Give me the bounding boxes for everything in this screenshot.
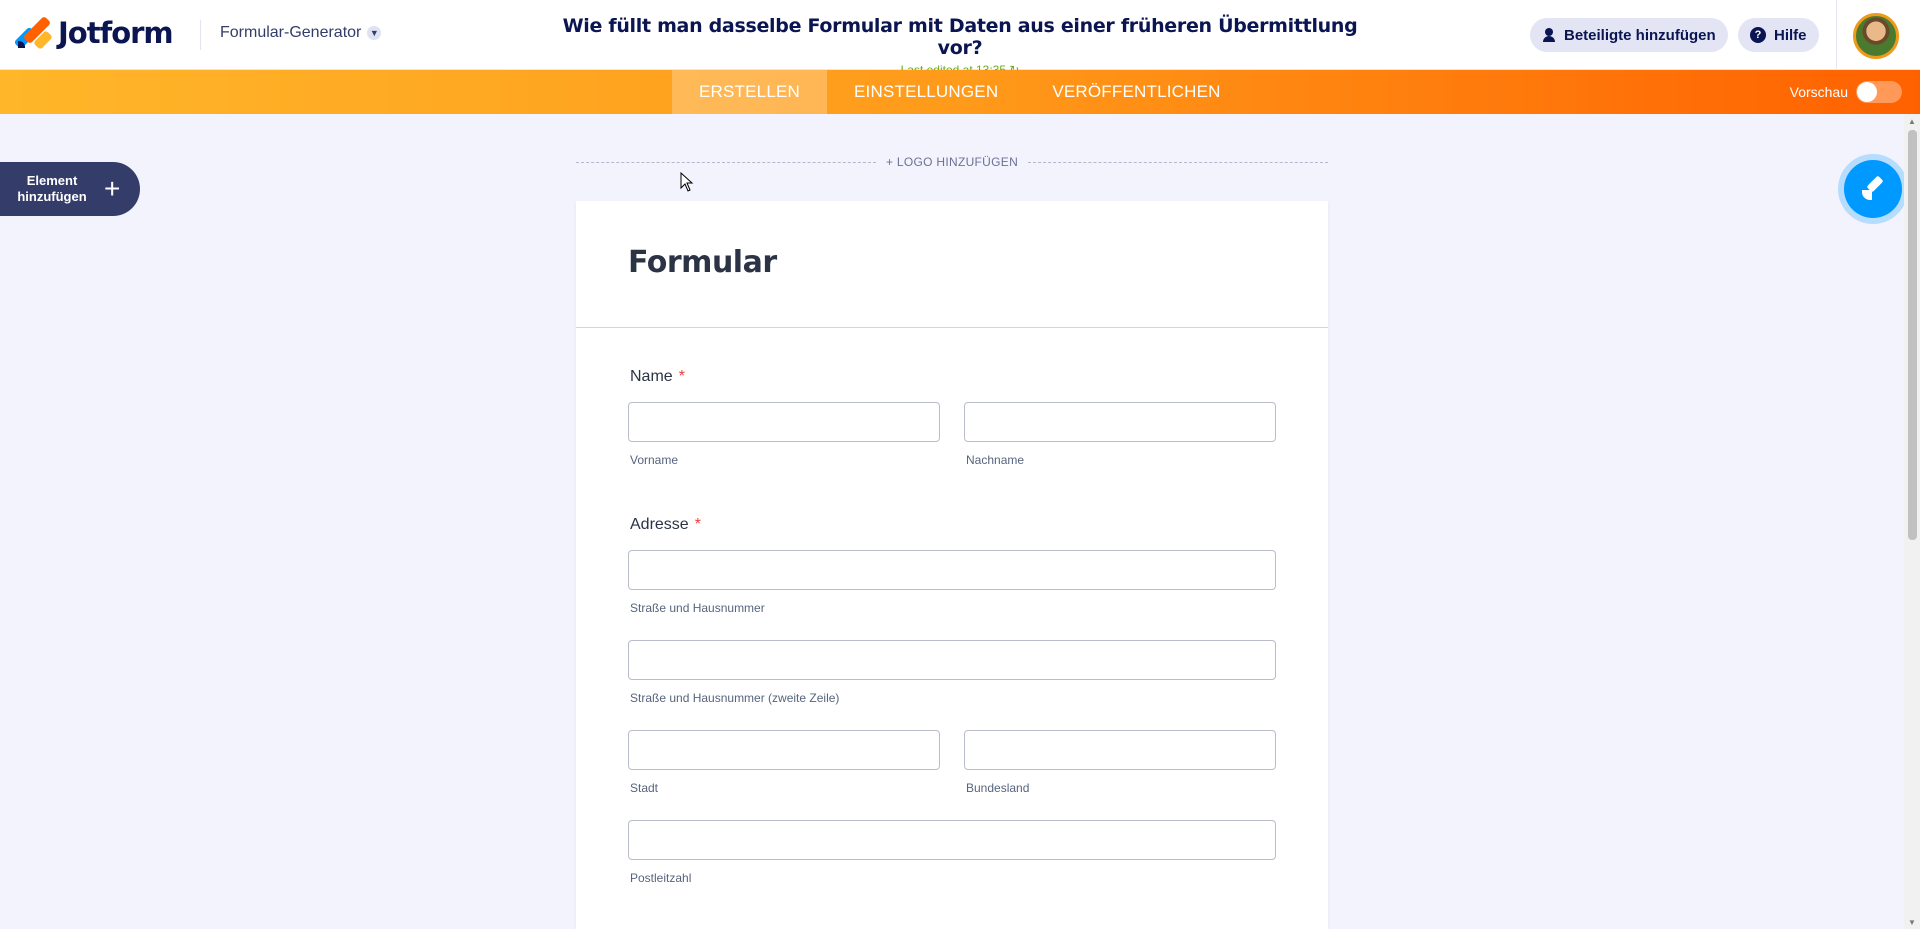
first-name-input[interactable]: [628, 402, 940, 442]
state-input[interactable]: [964, 730, 1276, 770]
tab-settings[interactable]: EINSTELLUNGEN: [827, 70, 1025, 114]
city-input[interactable]: [628, 730, 940, 770]
street-input[interactable]: [628, 550, 1276, 590]
last-name-sublabel: Nachname: [966, 453, 1025, 467]
zip-sublabel: Postleitzahl: [630, 871, 692, 885]
avatar[interactable]: [1853, 13, 1899, 59]
plus-icon: +: [104, 173, 121, 204]
preview-label: Vorschau: [1789, 84, 1848, 100]
street2-input[interactable]: [628, 640, 1276, 680]
street2-sublabel: Straße und Hausnummer (zweite Zeile): [630, 691, 840, 705]
form-designer-button[interactable]: [1844, 160, 1902, 218]
header-divider: [200, 20, 201, 50]
chevron-down-icon: ▼: [367, 26, 382, 40]
tab-build[interactable]: ERSTELLEN: [672, 70, 828, 114]
scroll-thumb[interactable]: [1908, 130, 1917, 540]
preview-toggle[interactable]: [1856, 81, 1902, 103]
tab-publish[interactable]: VERÖFFENTLICHEN: [1025, 70, 1247, 114]
builder-tabs: ERSTELLEN EINSTELLUNGEN VERÖFFENTLICHEN: [672, 70, 1248, 114]
help-button[interactable]: ? Hilfe: [1738, 18, 1819, 52]
form-canvas: Formular Name * Vorname Nachname Adresse *…: [576, 201, 1328, 929]
dashed-line-right: [1028, 161, 1328, 163]
name-question-label[interactable]: Name *: [630, 368, 685, 386]
top-bar: Jotform Formular-Generator ▼ Wie füllt m…: [0, 0, 1920, 77]
invite-collaborators-button[interactable]: Beteiligte hinzufügen: [1530, 18, 1728, 52]
jotform-logo-icon: [13, 15, 53, 50]
scroll-up-arrow-icon[interactable]: ▲: [1904, 114, 1920, 128]
last-name-input[interactable]: [964, 402, 1276, 442]
form-heading[interactable]: Formular: [628, 245, 1276, 280]
brand-name: Jotform: [58, 16, 174, 50]
add-logo-label[interactable]: + LOGO HINZUFÜGEN: [876, 155, 1028, 169]
add-logo-bar[interactable]: + LOGO HINZUFÜGEN: [576, 152, 1328, 172]
preview-toggle-group: Vorschau: [1790, 81, 1902, 103]
city-sublabel: Stadt: [630, 781, 659, 795]
add-element-button[interactable]: Element hinzufügen +: [0, 162, 140, 216]
user-icon: [1542, 28, 1556, 42]
dashed-line-left: [576, 161, 876, 163]
add-element-label: Element hinzufügen: [17, 173, 87, 204]
question-circle-icon: ?: [1750, 27, 1766, 43]
invite-label: Beteiligte hinzufügen: [1564, 26, 1716, 44]
paint-brush-icon: [1860, 176, 1886, 202]
form-title[interactable]: Wie füllt man dasselbe Formular mit Date…: [560, 15, 1360, 59]
page-scrollbar[interactable]: ▲ ▼: [1904, 114, 1920, 929]
address-question-label[interactable]: Adresse *: [630, 516, 701, 534]
builder-nav: ERSTELLEN EINSTELLUNGEN VERÖFFENTLICHEN …: [0, 70, 1920, 114]
form-header[interactable]: Formular: [576, 201, 1328, 328]
jotform-logo[interactable]: Jotform: [13, 15, 174, 50]
required-mark: *: [694, 516, 701, 533]
header-divider-right: [1836, 0, 1837, 70]
zip-input[interactable]: [628, 820, 1276, 860]
state-sublabel: Bundesland: [966, 781, 1030, 795]
first-name-sublabel: Vorname: [630, 453, 679, 467]
street-sublabel: Straße und Hausnummer: [630, 601, 765, 615]
scroll-down-arrow-icon[interactable]: ▼: [1904, 915, 1920, 929]
builder-menu[interactable]: Formular-Generator ▼: [220, 24, 382, 42]
form-title-area[interactable]: Wie füllt man dasselbe Formular mit Date…: [560, 15, 1360, 77]
help-label: Hilfe: [1774, 26, 1807, 44]
builder-menu-label: Formular-Generator: [220, 24, 362, 41]
required-mark: *: [678, 368, 685, 385]
